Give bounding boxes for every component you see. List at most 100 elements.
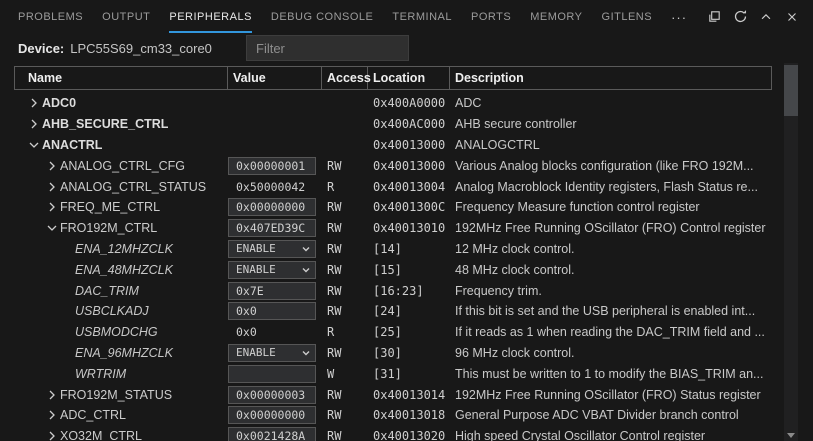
chevron-right-icon[interactable] <box>26 95 42 111</box>
value-input[interactable] <box>228 386 316 404</box>
register-name: FRO192M_STATUS <box>60 388 172 402</box>
tab-debug-console[interactable]: DEBUG CONSOLE <box>271 0 373 33</box>
register-name: XO32M_CTRL <box>60 429 142 441</box>
value-input[interactable] <box>228 157 316 175</box>
field-row[interactable]: ENA_96MHZCLKENABLERW[30]96 MHz clock con… <box>14 343 772 364</box>
register-row[interactable]: AHB_SECURE_CTRL0x400AC000AHB secure cont… <box>14 114 772 135</box>
tab-output[interactable]: OUTPUT <box>102 0 150 33</box>
value-cell <box>228 93 322 114</box>
chevron-right-icon[interactable] <box>44 158 60 174</box>
tab-gitlens[interactable]: GITLENS <box>602 0 653 33</box>
collapse-panel-icon[interactable] <box>753 4 779 30</box>
field-row[interactable]: DAC_TRIMRW[16:23]Frequency trim. <box>14 280 772 301</box>
register-name: ADC0 <box>42 96 76 110</box>
chevron-right-icon[interactable] <box>44 387 60 403</box>
access-cell: RW <box>322 280 368 301</box>
value-input[interactable] <box>228 365 316 383</box>
access-cell: RW <box>322 301 368 322</box>
value-cell <box>228 426 322 441</box>
column-header-access: Access <box>322 66 368 90</box>
access-cell <box>322 114 368 135</box>
value-text: 0x0 <box>228 325 257 339</box>
value-select-label: ENABLE <box>236 346 276 359</box>
register-row[interactable]: FRO192M_STATUSRW0x40013014192MHz Free Ru… <box>14 384 772 405</box>
field-row[interactable]: WRTRIMW[31]This must be written to 1 to … <box>14 363 772 384</box>
tab-ports[interactable]: PORTS <box>471 0 511 33</box>
chevron-down-icon[interactable] <box>44 220 60 236</box>
access-cell: RW <box>322 426 368 441</box>
chevron-right-icon[interactable] <box>44 199 60 215</box>
register-row[interactable]: ANALOG_CTRL_CFGRW0x40013000Various Analo… <box>14 155 772 176</box>
value-input[interactable] <box>228 302 316 320</box>
chevron-right-icon[interactable] <box>44 428 60 441</box>
register-row[interactable]: ANALOG_CTRL_STATUS0x50000042R0x40013004A… <box>14 176 772 197</box>
register-name: ENA_96MHZCLK <box>75 346 173 360</box>
register-name: ADC_CTRL <box>60 408 126 422</box>
chevron-right-icon[interactable] <box>44 179 60 195</box>
access-cell: RW <box>322 405 368 426</box>
description-cell: High speed Crystal Oscillator Control re… <box>450 426 772 441</box>
chevron-right-icon[interactable] <box>26 116 42 132</box>
device-value: LPC55S69_cm33_core0 <box>70 41 212 56</box>
value-cell: ENABLE <box>228 259 322 280</box>
chevron-right-icon[interactable] <box>44 407 60 423</box>
description-cell: ADC <box>450 93 772 114</box>
value-input[interactable] <box>228 282 316 300</box>
name-cell: ADC0 <box>14 93 228 114</box>
field-row[interactable]: ENA_48MHZCLKENABLERW[15]48 MHz clock con… <box>14 259 772 280</box>
chevron-down-icon[interactable] <box>26 137 42 153</box>
value-cell: ENABLE <box>228 343 322 364</box>
description-cell: If this bit is set and the USB periphera… <box>450 301 772 322</box>
name-cell: FRO192M_STATUS <box>14 384 228 405</box>
column-header-value: Value <box>228 66 322 90</box>
tab-problems[interactable]: PROBLEMS <box>18 0 83 33</box>
access-cell <box>322 93 368 114</box>
location-cell: 0x40013000 <box>368 135 450 156</box>
name-cell: XO32M_CTRL <box>14 426 228 441</box>
field-row[interactable]: ENA_12MHZCLKENABLERW[14]12 MHz clock con… <box>14 239 772 260</box>
name-cell: ENA_12MHZCLK <box>14 239 228 260</box>
name-cell: FRO192M_CTRL <box>14 218 228 239</box>
register-row[interactable]: ADC_CTRLRW0x40013018General Purpose ADC … <box>14 405 772 426</box>
close-panel-icon[interactable] <box>779 4 805 30</box>
value-input[interactable] <box>228 219 316 237</box>
name-cell: AHB_SECURE_CTRL <box>14 114 228 135</box>
value-select[interactable]: ENABLE <box>228 240 316 258</box>
description-cell: If it reads as 1 when reading the DAC_TR… <box>450 322 772 343</box>
location-cell: [14] <box>368 239 450 260</box>
panel-actions <box>701 0 805 33</box>
value-select-label: ENABLE <box>236 242 276 255</box>
tab-peripherals[interactable]: PERIPHERALS <box>169 0 252 33</box>
register-row[interactable]: FREQ_ME_CTRLRW0x4001300CFrequency Measur… <box>14 197 772 218</box>
scrollbar-thumb[interactable] <box>784 65 798 116</box>
scrollbar-track[interactable] <box>784 63 798 441</box>
register-row[interactable]: ANACTRL 0x40013000ANALOGCTRL <box>14 135 772 156</box>
name-cell: ANACTRL <box>14 135 228 156</box>
value-text: 0x50000042 <box>228 180 305 194</box>
value-select[interactable]: ENABLE <box>228 261 316 279</box>
register-row[interactable]: FRO192M_CTRLRW0x40013010192MHz Free Runn… <box>14 218 772 239</box>
value-cell <box>228 155 322 176</box>
name-cell: ANALOG_CTRL_STATUS <box>14 176 228 197</box>
field-row[interactable]: USBMODCHG0x0R[25]If it reads as 1 when r… <box>14 322 772 343</box>
restore-panel-icon[interactable] <box>701 4 727 30</box>
scroll-down-icon[interactable] <box>787 433 795 438</box>
chevron-down-icon <box>301 348 311 358</box>
register-row[interactable]: XO32M_CTRLRW0x40013020High speed Crystal… <box>14 426 772 441</box>
description-cell: Frequency trim. <box>450 280 772 301</box>
value-input[interactable] <box>228 406 316 424</box>
more-tabs-button[interactable]: ··· <box>671 0 687 33</box>
tab-terminal[interactable]: TERMINAL <box>392 0 452 33</box>
name-cell: FREQ_ME_CTRL <box>14 197 228 218</box>
field-row[interactable]: USBCLKADJRW[24]If this bit is set and th… <box>14 301 772 322</box>
name-cell: ADC_CTRL <box>14 405 228 426</box>
location-cell: [25] <box>368 322 450 343</box>
tab-memory[interactable]: MEMORY <box>530 0 582 33</box>
description-cell: ANALOGCTRL <box>450 135 772 156</box>
value-select[interactable]: ENABLE <box>228 344 316 362</box>
value-input[interactable] <box>228 427 316 441</box>
filter-input[interactable] <box>246 35 409 61</box>
value-input[interactable] <box>228 198 316 216</box>
refresh-icon[interactable] <box>727 4 753 30</box>
register-row[interactable]: ADC00x400A0000ADC <box>14 93 772 114</box>
